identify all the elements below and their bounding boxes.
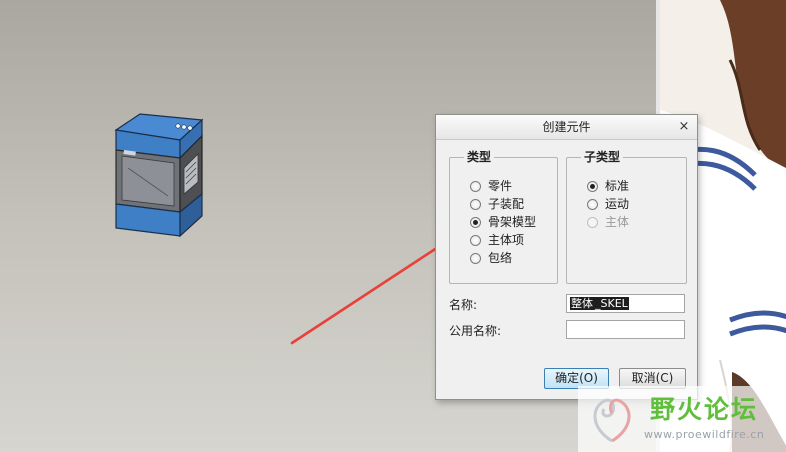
watermark-title: 野火论坛 xyxy=(650,395,759,424)
subtype-group: 子类型 标准 运动 主体 xyxy=(566,148,687,284)
type-option-skeleton-model[interactable]: 骨架模型 xyxy=(470,214,536,230)
type-option-label: 骨架模型 xyxy=(488,215,537,229)
type-option-part[interactable]: 零件 xyxy=(470,178,512,194)
subtype-option-standard[interactable]: 标准 xyxy=(587,178,629,194)
type-group: 类型 零件 子装配 骨架模型 主体项 包络 xyxy=(449,148,558,284)
type-option-label: 主体项 xyxy=(488,233,525,247)
type-group-title: 类型 xyxy=(464,148,495,165)
subtype-option-label: 主体 xyxy=(605,215,630,229)
radio-part[interactable] xyxy=(470,180,481,192)
type-option-label: 包络 xyxy=(488,251,513,265)
name-input-selected-text: 整体 xyxy=(570,297,594,310)
site-watermark: 野火论坛 www.proewildfire.cn xyxy=(578,386,786,452)
subtype-option-label: 运动 xyxy=(605,197,630,211)
subtype-option-label: 标准 xyxy=(605,179,630,193)
common-name-label: 公用名称: xyxy=(449,324,502,338)
radio-standard[interactable] xyxy=(587,180,598,192)
watermark-url: www.proewildfire.cn xyxy=(644,428,765,441)
dialog-titlebar[interactable]: 创建元件 × xyxy=(436,115,697,140)
radio-bulk-item[interactable] xyxy=(470,234,481,246)
type-option-subassembly[interactable]: 子装配 xyxy=(470,196,524,212)
type-option-label: 零件 xyxy=(488,179,513,193)
radio-subassembly[interactable] xyxy=(470,198,481,210)
close-icon[interactable]: × xyxy=(677,115,691,139)
name-input-suffix-text: _SKEL xyxy=(594,297,629,310)
name-input[interactable]: 整体 _SKEL xyxy=(566,294,685,313)
subtype-option-body: 主体 xyxy=(587,214,629,230)
dialog-title: 创建元件 xyxy=(542,120,591,134)
radio-envelope[interactable] xyxy=(470,252,481,264)
common-name-input[interactable] xyxy=(566,320,685,339)
radio-skeleton-model[interactable] xyxy=(470,216,481,228)
type-option-label: 子装配 xyxy=(488,197,525,211)
type-option-envelope[interactable]: 包络 xyxy=(470,250,512,266)
type-option-bulk-item[interactable]: 主体项 xyxy=(470,232,524,248)
subtype-group-title: 子类型 xyxy=(581,148,624,165)
subtype-option-motion[interactable]: 运动 xyxy=(587,196,629,212)
watermark-logo-icon xyxy=(593,398,631,443)
radio-body-disabled xyxy=(587,216,598,228)
create-component-dialog: 创建元件 × 类型 零件 子装配 骨架模型 主体项 包络 子类型 标准 运动 主… xyxy=(435,114,698,400)
radio-motion[interactable] xyxy=(587,198,598,210)
name-label: 名称: xyxy=(449,298,478,312)
